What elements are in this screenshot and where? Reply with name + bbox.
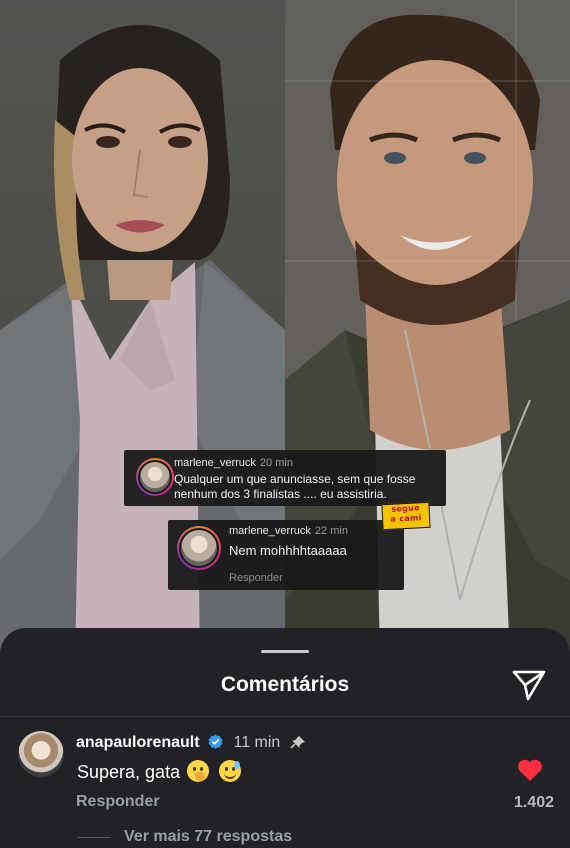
comment-username[interactable]: anapaulorenault <box>76 734 200 751</box>
comment-header: anapaulorenault 11 min <box>76 734 306 752</box>
drag-handle[interactable] <box>261 650 309 653</box>
view-more-replies-button[interactable]: Ver mais 77 respostas <box>124 828 292 846</box>
reply-button: Responder <box>229 572 283 584</box>
sheet-title: Comentários <box>220 673 350 696</box>
send-icon[interactable] <box>511 668 547 702</box>
replies-line <box>77 837 111 838</box>
heart-icon[interactable] <box>517 758 543 782</box>
comment-text: Qualquer um que anunciasse, sem que foss… <box>174 472 416 501</box>
reply-button[interactable]: Responder <box>76 793 160 811</box>
verified-badge-icon <box>208 734 223 749</box>
avatar[interactable] <box>18 731 64 777</box>
segue-a-cami-sticker: segue a cami <box>381 501 431 531</box>
divider <box>0 716 570 717</box>
reply-username: marlene_verruck 22 min <box>229 525 348 537</box>
avatar <box>177 526 221 570</box>
pin-icon <box>290 736 305 749</box>
overlay-reply-card: marlene_verruck 22 min Nem mohhhhtaaaaa R… <box>168 520 404 590</box>
comments-sheet: Comentários anapaulorenault 11 min Super… <box>0 628 570 848</box>
grinning-sweat-face-icon <box>219 760 242 782</box>
overlay-comment-card: marlene_verruck 20 min Qualquer um que an… <box>124 450 446 506</box>
comment-username: marlene_verruck 20 min <box>174 457 293 469</box>
comment-time: 11 min <box>233 734 281 751</box>
comment-text: Supera, gata <box>77 760 242 783</box>
reply-text: Nem mohhhhtaaaaa <box>229 543 347 558</box>
avatar <box>136 458 174 496</box>
shushing-face-icon <box>187 760 210 782</box>
like-count: 1.402 <box>513 794 554 811</box>
